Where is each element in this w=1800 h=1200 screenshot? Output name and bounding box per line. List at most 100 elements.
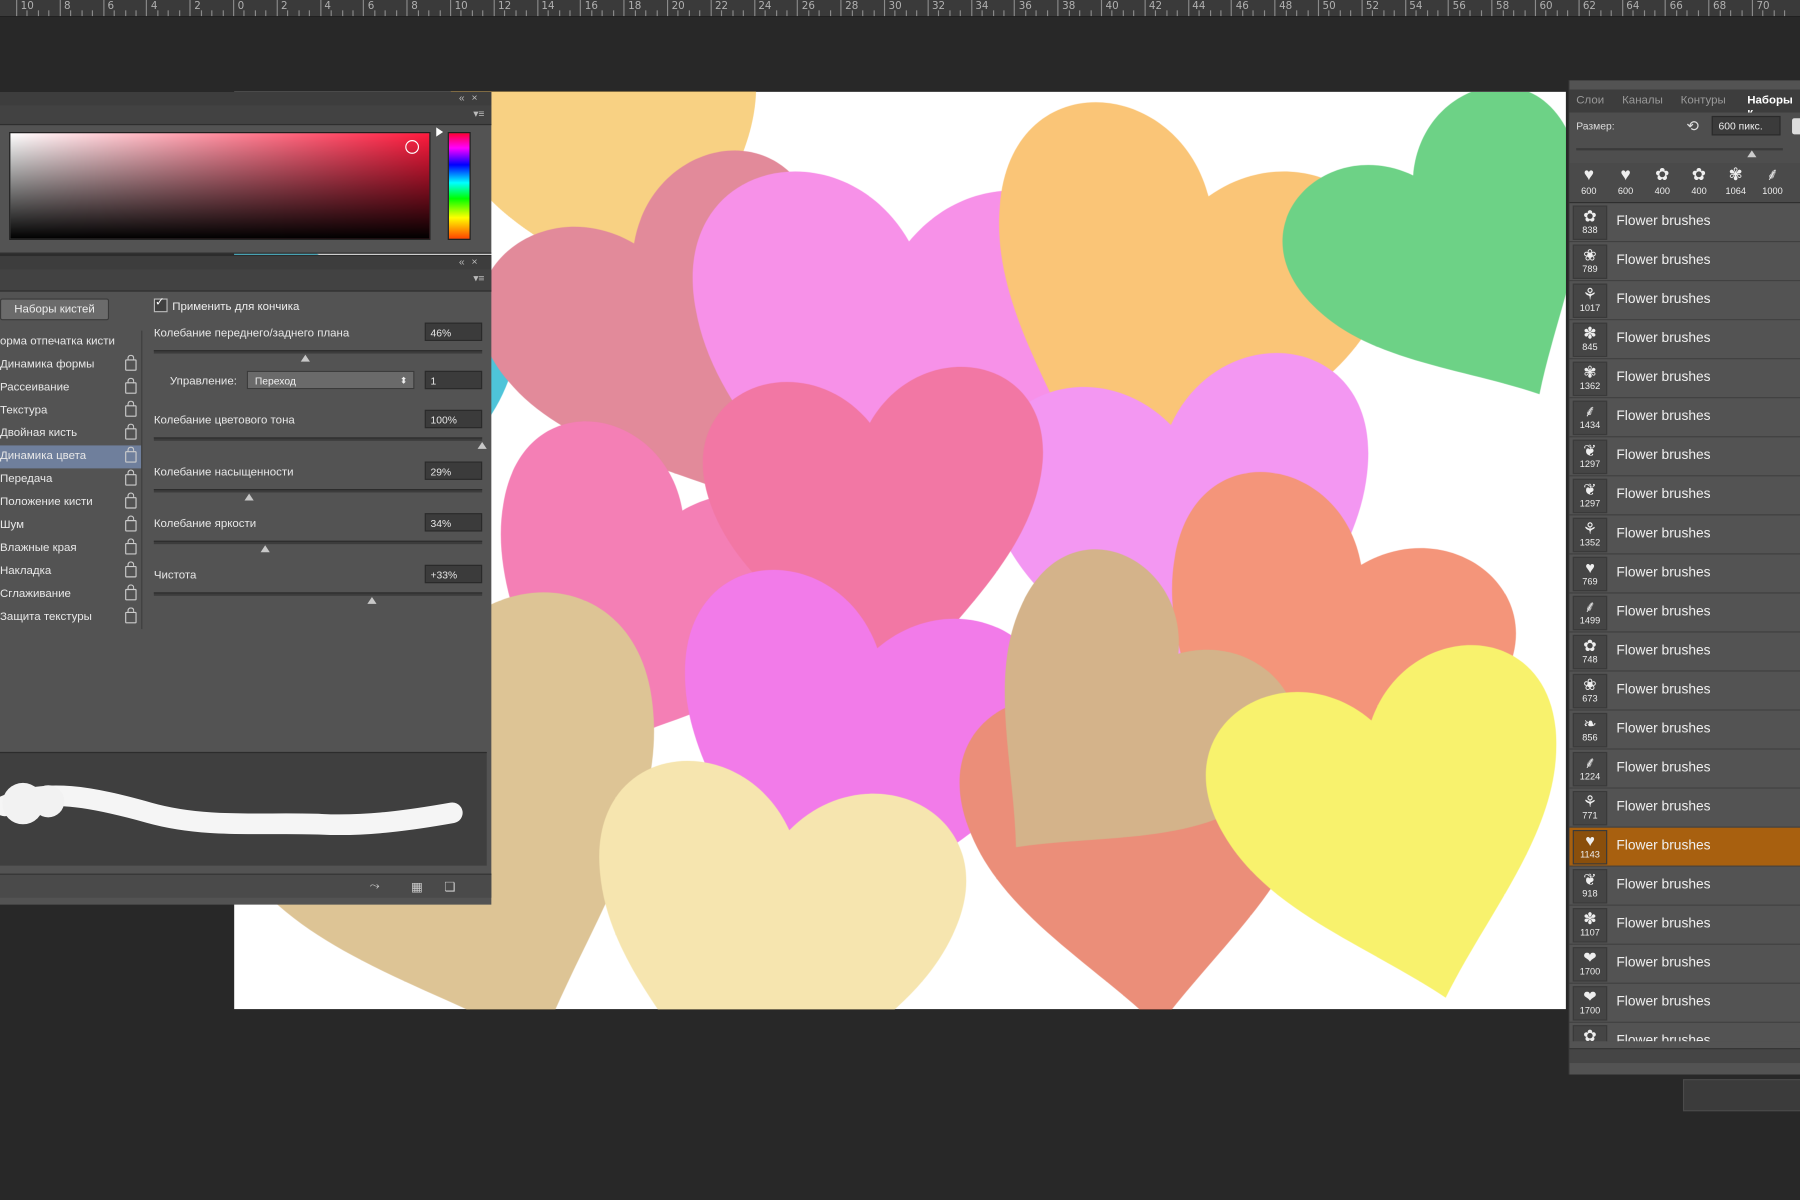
lock-icon[interactable] xyxy=(125,377,137,394)
lock-icon[interactable] xyxy=(125,538,137,555)
brush-category-item[interactable]: Динамика цвета xyxy=(0,445,142,469)
brush-preset-row[interactable]: ♥ 769 Flower brushes xyxy=(1569,554,1800,594)
recent-brush-thumb[interactable]: ✿ 400 xyxy=(1644,165,1681,202)
brush-preset-row[interactable]: ❤ 1700 Flower brushes xyxy=(1569,983,1800,1023)
panel-menu-icon[interactable]: ▾≡ xyxy=(473,272,484,285)
slider-thumb[interactable] xyxy=(260,545,271,553)
saturation-jitter-input[interactable]: 29% xyxy=(424,461,483,480)
brush-category-item[interactable]: орма отпечатка кисти xyxy=(0,331,141,354)
purity-input[interactable]: +33% xyxy=(424,564,483,584)
brush-category-item[interactable]: Двойная кисть xyxy=(0,422,141,445)
ruler-minor-tick xyxy=(471,10,473,17)
panel-menu-icon[interactable]: ▾≡ xyxy=(473,108,484,121)
recent-brush-thumb[interactable]: ♥ 600 xyxy=(1570,165,1607,202)
brightness-jitter-slider[interactable] xyxy=(153,540,483,545)
apply-per-tip-row[interactable]: Применить для кончика xyxy=(153,296,299,313)
recent-brush-thumb[interactable]: ✿ 400 xyxy=(1681,165,1718,202)
panel-tab[interactable]: Контуры xyxy=(1681,94,1726,107)
brush-preset-row[interactable]: ⚘ 1017 Flower brushes xyxy=(1569,281,1800,321)
fg-bg-jitter-slider[interactable] xyxy=(153,350,483,354)
brush-preset-row[interactable]: ♥ 1143 Flower brushes xyxy=(1569,827,1800,867)
slider-thumb[interactable] xyxy=(477,441,487,449)
panel-tab[interactable]: Каналы xyxy=(1622,94,1663,107)
lock-icon[interactable] xyxy=(125,492,137,509)
collapse-icon[interactable]: « xyxy=(459,92,472,103)
brush-category-item[interactable]: Передача xyxy=(0,468,141,491)
brush-category-item[interactable]: Рассеивание xyxy=(0,377,141,400)
new-preset-icon[interactable]: ❏ xyxy=(444,879,455,895)
collapsed-panel[interactable] xyxy=(1682,1079,1800,1112)
lock-icon[interactable] xyxy=(125,400,137,417)
brush-preset-row[interactable]: ✾ 1362 Flower brushes xyxy=(1569,359,1800,399)
brush-category-item[interactable]: Текстура xyxy=(0,400,141,423)
saturation-jitter-slider[interactable] xyxy=(153,489,483,493)
brush-preset-row[interactable]: ❀ 673 Flower brushes xyxy=(1569,671,1800,711)
brush-preset-row[interactable]: ⸙ 1224 Flower brushes xyxy=(1569,749,1800,789)
brush-category-item[interactable]: Накладка xyxy=(0,560,141,583)
hue-slider[interactable] xyxy=(447,132,471,240)
brush-category-item[interactable]: Положение кисти xyxy=(0,491,141,514)
hue-jitter-slider[interactable] xyxy=(153,437,483,441)
brush-preset-row[interactable]: ⸙ 1434 Flower brushes xyxy=(1569,398,1800,438)
ruler-minor-tick xyxy=(1296,10,1298,17)
brush-category-item[interactable]: Динамика формы xyxy=(0,354,141,377)
brush-preset-row[interactable]: ❦ 918 Flower brushes xyxy=(1569,866,1800,906)
brush-category-item[interactable]: Шум xyxy=(0,514,141,537)
brush-preset-row[interactable]: ✿ 838 Flower brushes xyxy=(1569,203,1800,243)
reset-icon[interactable]: ⟲ xyxy=(1686,117,1699,135)
brush-preset-row[interactable]: ✿ Flower brushes xyxy=(1569,1022,1800,1042)
brush-category-item[interactable]: Защита текстуры xyxy=(0,606,141,629)
control-select[interactable]: Переход ⬍ xyxy=(246,370,415,390)
brush-preset-row[interactable]: ❤ 1700 Flower brushes xyxy=(1569,944,1800,984)
brush-preset-row[interactable]: ✽ 1107 Flower brushes xyxy=(1569,905,1800,945)
color-field[interactable] xyxy=(9,132,431,240)
fg-bg-jitter-input[interactable]: 46% xyxy=(424,322,483,341)
slider-thumb[interactable] xyxy=(367,596,377,604)
hue-jitter-input[interactable]: 100% xyxy=(424,409,483,429)
recent-brush-thumb[interactable]: ⸙ 1000 xyxy=(1754,165,1791,202)
brush-preset-row[interactable]: ❦ 1297 Flower brushes xyxy=(1569,437,1800,477)
hue-slider-handle[interactable] xyxy=(436,127,444,137)
flower-icon: ❦ xyxy=(1583,870,1597,889)
ruler-minor-tick xyxy=(1740,10,1743,17)
close-icon[interactable]: × xyxy=(472,256,485,267)
lock-icon[interactable] xyxy=(125,423,137,440)
collapse-icon[interactable]: « xyxy=(459,256,472,267)
purity-slider[interactable] xyxy=(153,592,483,596)
color-picker-handle[interactable] xyxy=(405,140,420,154)
lock-icon[interactable] xyxy=(125,607,137,624)
brush-preset-name: Flower brushes xyxy=(1616,524,1711,541)
size-input[interactable]: 600 пикс. xyxy=(1711,115,1781,136)
apply-per-tip-checkbox[interactable] xyxy=(153,296,168,313)
brush-category-item[interactable]: Влажные края xyxy=(0,537,141,560)
preview-toggle-icon[interactable] xyxy=(1792,118,1800,135)
brush-presets-button[interactable]: Наборы кистей xyxy=(0,298,110,321)
brush-preset-row[interactable]: ⸙ 1499 Flower brushes xyxy=(1569,593,1800,633)
lock-icon[interactable] xyxy=(125,446,137,463)
lock-icon[interactable] xyxy=(125,584,137,601)
lock-icon[interactable] xyxy=(125,515,137,532)
brush-preset-row[interactable]: ❧ 856 Flower brushes xyxy=(1569,710,1800,750)
slider-thumb[interactable] xyxy=(300,354,310,362)
panel-tab[interactable]: Слои xyxy=(1576,94,1604,107)
recent-brush-thumb[interactable]: ♥ 600 xyxy=(1607,165,1644,202)
recent-brush-thumb[interactable]: ✾ 1064 xyxy=(1717,165,1754,202)
slider-thumb[interactable] xyxy=(1747,150,1757,158)
brush-preset-row[interactable]: ⚘ 1352 Flower brushes xyxy=(1569,515,1800,555)
lock-icon[interactable] xyxy=(125,354,137,371)
brush-preset-row[interactable]: ❦ 1297 Flower brushes xyxy=(1569,476,1800,516)
brightness-jitter-input[interactable]: 34% xyxy=(424,513,483,532)
brush-preset-row[interactable]: ✽ 845 Flower brushes xyxy=(1569,320,1800,360)
grid-icon[interactable]: ▦ xyxy=(411,879,423,895)
control-steps-input[interactable]: 1 xyxy=(424,370,483,390)
brush-preset-row[interactable]: ✿ 748 Flower brushes xyxy=(1569,632,1800,672)
lock-icon[interactable] xyxy=(125,469,137,486)
brush-preset-row[interactable]: ⚘ 771 Flower brushes xyxy=(1569,788,1800,828)
toggle-preview-icon[interactable]: ⤳ xyxy=(370,879,380,894)
brush-preset-name: Flower brushes xyxy=(1616,680,1711,697)
lock-icon[interactable] xyxy=(125,561,137,578)
close-icon[interactable]: × xyxy=(472,92,485,103)
slider-thumb[interactable] xyxy=(244,493,254,501)
brush-category-item[interactable]: Сглаживание xyxy=(0,583,141,606)
brush-preset-row[interactable]: ❀ 789 Flower brushes xyxy=(1569,242,1800,282)
